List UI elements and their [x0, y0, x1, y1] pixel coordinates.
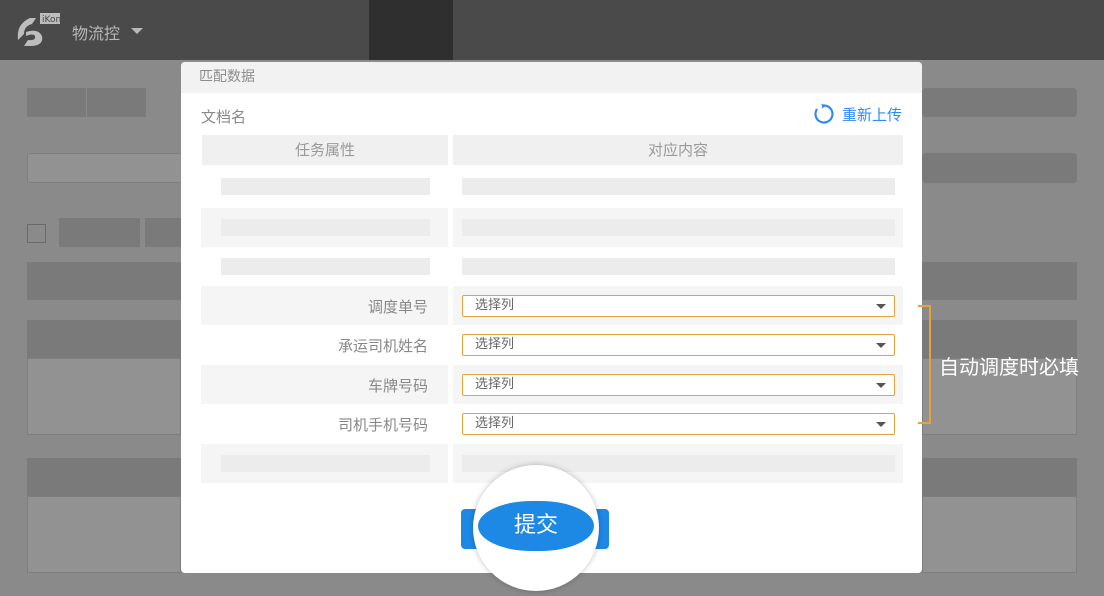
column-header-content: 对应内容 — [453, 135, 903, 165]
bg-table-header — [922, 262, 1077, 300]
bg-button — [27, 88, 86, 117]
submit-magnifier: 提交 — [473, 465, 599, 591]
bg-table-header — [27, 458, 181, 496]
submit-button-zoomed[interactable]: 提交 — [478, 501, 594, 551]
chevron-down-icon[interactable] — [131, 28, 143, 34]
app-logo[interactable]: iKon — [12, 10, 62, 50]
placeholder-row — [201, 167, 903, 206]
field-row-dispatch-no: 调度单号 选择列 — [201, 286, 903, 325]
bg-table-header — [922, 458, 1077, 496]
chevron-down-icon — [876, 343, 886, 348]
chevron-down-icon — [876, 422, 886, 427]
app-title[interactable]: 物流控 — [72, 20, 120, 44]
column-header-attribute: 任务属性 — [202, 135, 448, 165]
bg-bar — [922, 88, 1077, 117]
field-row-plate-no: 车牌号码 选择列 — [201, 365, 903, 404]
field-label: 调度单号 — [367, 298, 428, 316]
column-select[interactable]: 选择列 — [462, 374, 895, 396]
required-bracket — [918, 305, 931, 424]
dialog-title: 匹配数据 — [181, 62, 922, 93]
bg-checkbox — [27, 224, 46, 243]
field-row-driver-phone: 司机手机号码 选择列 — [201, 404, 903, 443]
required-annotation: 自动调度时必填 — [939, 355, 1079, 379]
bg-button — [87, 88, 146, 117]
placeholder-row — [201, 247, 903, 286]
bg-search-input — [27, 153, 187, 183]
refresh-icon — [814, 103, 834, 124]
document-name-label: 文档名 — [201, 108, 247, 126]
document-row: 文档名 重新上传 — [201, 102, 902, 126]
top-navbar: iKon 物流控 — [0, 0, 1104, 60]
bg-table-body — [27, 496, 181, 573]
top-nav-tab-active[interactable] — [369, 0, 453, 60]
bg-table-body — [922, 496, 1077, 573]
placeholder-row — [201, 208, 903, 247]
svg-text:iKon: iKon — [42, 15, 61, 25]
column-select[interactable]: 选择列 — [462, 295, 895, 317]
chevron-down-icon — [876, 304, 886, 309]
bg-table-body — [27, 358, 181, 435]
bg-table-header — [27, 320, 181, 358]
field-label: 司机手机号码 — [337, 416, 428, 434]
chevron-down-icon — [876, 383, 886, 388]
column-select[interactable]: 选择列 — [462, 334, 895, 356]
column-select[interactable]: 选择列 — [462, 413, 895, 435]
bg-button — [145, 218, 181, 247]
bg-bar — [922, 153, 1077, 183]
field-label: 车牌号码 — [367, 377, 428, 395]
field-label: 承运司机姓名 — [337, 337, 428, 355]
field-row-driver-name: 承运司机姓名 选择列 — [201, 325, 903, 364]
bg-table-header — [27, 262, 181, 300]
bg-button — [59, 218, 140, 247]
reupload-label: 重新上传 — [841, 105, 902, 124]
reupload-button[interactable]: 重新上传 — [812, 102, 902, 126]
